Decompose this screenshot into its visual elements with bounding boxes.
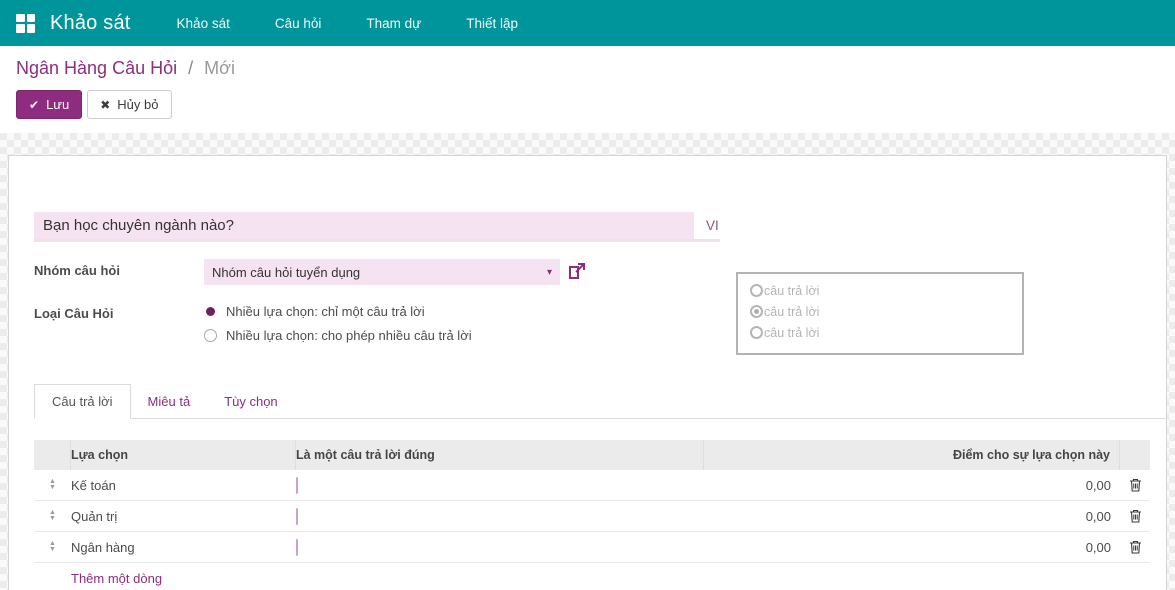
discard-button[interactable]: ✖ Hủy bỏ	[87, 90, 172, 119]
question-type-field-label: Loại Câu Hỏi	[34, 306, 114, 321]
nav-menu: Khảo sát Câu hỏi Tham dự Thiết lập	[177, 16, 518, 31]
radio-option-multiple-answers[interactable]: Nhiều lựa chọn: cho phép nhiều câu trả l…	[204, 328, 472, 343]
preview-answer-line: câu trả lời	[750, 301, 1010, 322]
breadcrumb-current: Mới	[204, 58, 235, 78]
drag-handle-icon[interactable]: ▲ ▼	[49, 509, 56, 522]
table-row: ▲ ▼ Kế toán 0,00	[34, 470, 1150, 501]
score-cell[interactable]: 0,00	[704, 478, 1120, 493]
answers-table: Lựa chọn Là một câu trả lời đúng Điểm ch…	[34, 440, 1150, 590]
score-cell[interactable]: 0,00	[704, 540, 1120, 555]
question-title-wrap: VI	[34, 212, 720, 242]
correct-answer-checkbox[interactable]	[296, 538, 298, 556]
header-choice-column: Lựa chọn	[71, 440, 296, 470]
header-trash-column	[1120, 440, 1150, 470]
preview-radio-selected-icon	[750, 305, 763, 318]
delete-row-icon[interactable]	[1129, 540, 1142, 554]
app-brand[interactable]: Khảo sát	[50, 12, 131, 35]
header-score-column: Điểm cho sự lựa chọn này	[704, 440, 1120, 470]
top-navbar: Khảo sát Khảo sát Câu hỏi Tham dự Thiết …	[0, 0, 1175, 46]
preview-answer-line: câu trả lời	[750, 322, 1010, 343]
breadcrumb: Ngân Hàng Câu Hỏi / Mới	[16, 58, 1159, 79]
radio-option-label: Nhiều lựa chọn: chỉ một câu trả lời	[226, 304, 425, 319]
choice-cell[interactable]: Ngân hàng	[71, 540, 296, 555]
table-row: ▲ ▼ Ngân hàng 0,00	[34, 532, 1150, 563]
score-cell[interactable]: 0,00	[704, 509, 1120, 524]
check-icon: ✔	[29, 97, 40, 112]
tab-tuy-chon[interactable]: Tùy chọn	[207, 385, 294, 418]
apps-menu-icon[interactable]	[16, 13, 35, 33]
preview-answer-line: câu trả lời	[750, 280, 1010, 301]
delete-row-icon[interactable]	[1129, 509, 1142, 523]
radio-option-single-answer[interactable]: Nhiều lựa chọn: chỉ một câu trả lời	[204, 304, 472, 319]
correct-answer-checkbox[interactable]	[296, 476, 298, 494]
nav-item-cau-hoi[interactable]: Câu hỏi	[275, 16, 322, 31]
tab-mieu-ta[interactable]: Miêu tả	[131, 385, 208, 418]
add-row: Thêm một dòng	[34, 563, 1150, 590]
answer-preview-box: câu trả lời câu trả lời câu trả lời	[736, 272, 1024, 355]
header-correct-column: Là một câu trả lời đúng	[296, 440, 704, 470]
category-value: Nhóm câu hỏi tuyển dụng	[212, 264, 361, 280]
radio-option-label: Nhiều lựa chọn: cho phép nhiều câu trả l…	[226, 328, 472, 343]
preview-answer-label: câu trả lời	[764, 283, 820, 298]
preview-radio-icon	[750, 326, 763, 339]
breadcrumb-separator: /	[188, 58, 194, 78]
header-handle-column	[34, 440, 71, 470]
notebook-tabs: Câu trả lời Miêu tả Tùy chọn	[34, 384, 1166, 419]
preview-answer-label: câu trả lời	[764, 325, 820, 340]
table-row: ▲ ▼ Quản trị 0,00	[34, 501, 1150, 532]
choice-cell[interactable]: Quản trị	[71, 509, 296, 524]
language-badge[interactable]: VI	[706, 212, 719, 239]
delete-row-icon[interactable]	[1129, 478, 1142, 492]
add-row-link[interactable]: Thêm một dòng	[71, 571, 162, 586]
question-type-radio-group: Nhiều lựa chọn: chỉ một câu trả lời Nhiề…	[204, 302, 472, 352]
category-many2one-input[interactable]: Nhóm câu hỏi tuyển dụng ▾	[204, 259, 560, 285]
choice-cell[interactable]: Kế toán	[71, 478, 296, 493]
answers-table-header: Lựa chọn Là một câu trả lời đúng Điểm ch…	[34, 440, 1150, 470]
form-sheet: VI Nhóm câu hỏi Nhóm câu hỏi tuyển dụng …	[8, 155, 1167, 590]
nav-item-thiet-lap[interactable]: Thiết lập	[466, 16, 518, 31]
close-icon: ✖	[100, 97, 111, 112]
nav-item-khao-sat[interactable]: Khảo sát	[177, 16, 230, 31]
save-button-label: Lưu	[46, 97, 70, 112]
drag-handle-icon[interactable]: ▲ ▼	[49, 540, 56, 553]
preview-answer-label: câu trả lời	[764, 304, 820, 319]
radio-unselected-icon[interactable]	[204, 329, 217, 342]
control-panel: Ngân Hàng Câu Hỏi / Mới ✔ Lưu ✖ Hủy bỏ	[0, 46, 1175, 133]
save-button[interactable]: ✔ Lưu	[16, 90, 83, 119]
preview-radio-icon	[750, 284, 763, 297]
external-link-icon[interactable]	[569, 263, 585, 284]
action-buttons: ✔ Lưu ✖ Hủy bỏ	[16, 90, 1159, 119]
category-field-label: Nhóm câu hỏi	[34, 263, 120, 278]
nav-item-tham-du[interactable]: Tham dự	[366, 16, 421, 31]
radio-selected-icon[interactable]	[206, 307, 215, 316]
correct-answer-checkbox[interactable]	[296, 507, 298, 525]
tab-cau-tra-loi[interactable]: Câu trả lời	[34, 384, 131, 419]
drag-handle-icon[interactable]: ▲ ▼	[49, 478, 56, 491]
question-title-input[interactable]	[34, 212, 694, 239]
breadcrumb-parent-link[interactable]: Ngân Hàng Câu Hỏi	[16, 58, 177, 78]
discard-button-label: Hủy bỏ	[117, 97, 159, 112]
chevron-down-icon[interactable]: ▾	[547, 267, 552, 278]
